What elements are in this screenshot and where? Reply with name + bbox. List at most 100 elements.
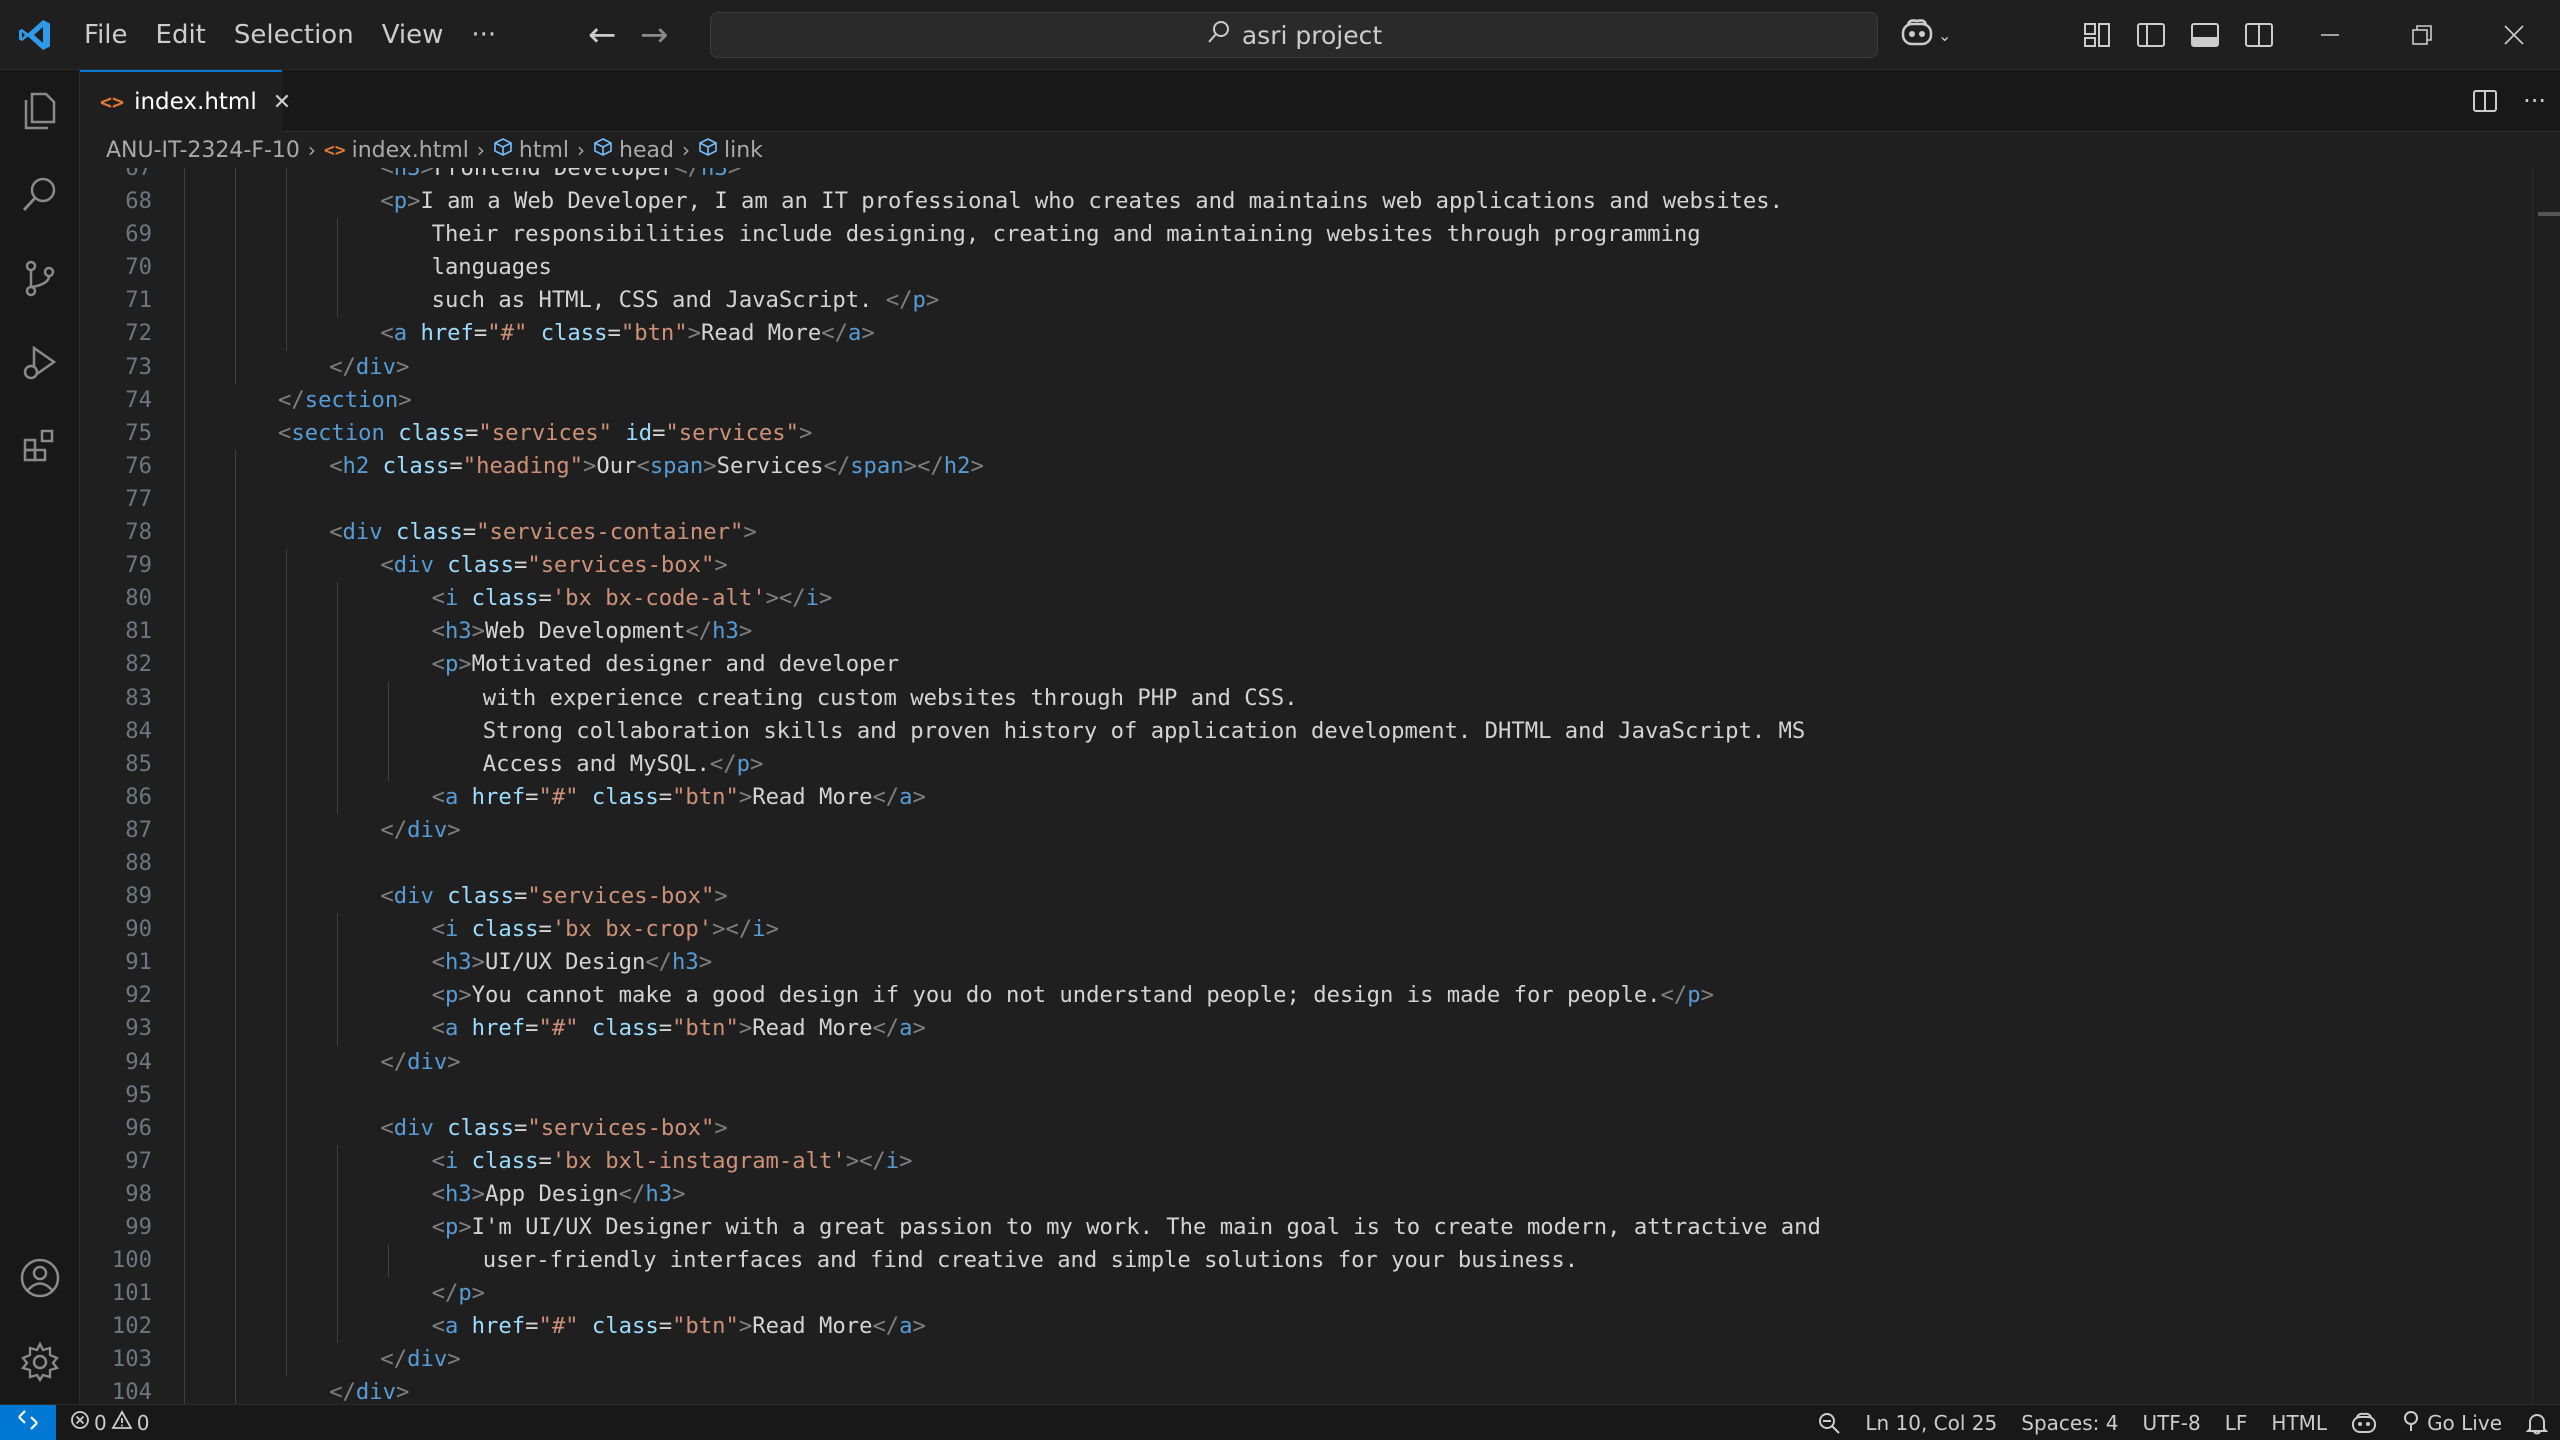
code-token: Access and MySQL.: [482, 750, 710, 777]
source-control-icon[interactable]: [0, 238, 80, 318]
code-line[interactable]: 80 <i class='bx bx-code-alt'></i>: [80, 582, 2520, 616]
code-line[interactable]: 103 </div>: [80, 1343, 2520, 1377]
close-tab-icon[interactable]: ✕: [273, 90, 291, 115]
code-token: >: [471, 618, 486, 645]
minimize-icon[interactable]: [2284, 0, 2376, 70]
code-line[interactable]: 67 <h3>Frontend Developer</h3>: [80, 168, 2520, 186]
split-editor-icon[interactable]: [2472, 70, 2498, 132]
code-line[interactable]: 89 <div class="services-box">: [80, 880, 2520, 914]
indent-guide: [286, 1211, 287, 1245]
breadcrumb-link[interactable]: link: [698, 137, 763, 163]
language-mode[interactable]: HTML: [2259, 1405, 2339, 1440]
code-line[interactable]: 88: [80, 846, 2520, 881]
code-line[interactable]: 101 </p>: [80, 1277, 2520, 1311]
explorer-icon[interactable]: [0, 70, 80, 150]
code-line[interactable]: 97 <i class='bx bxl-instagram-alt'></i>: [80, 1144, 2520, 1178]
code-content: user-friendly interfaces and find creati…: [483, 1244, 1578, 1277]
code-line[interactable]: 95: [80, 1078, 2520, 1112]
menu-selection[interactable]: Selection: [220, 11, 368, 59]
code-line[interactable]: 104 </div>: [80, 1376, 2520, 1404]
code-line[interactable]: 72 <a href="#" class="btn">Read More</a>: [80, 317, 2520, 351]
code-line[interactable]: 93 <a href="#" class="btn">Read More</a>: [80, 1012, 2520, 1046]
code-line[interactable]: 79 <div class="services-box">: [80, 549, 2520, 583]
remote-indicator[interactable]: [0, 1404, 56, 1440]
code-editor[interactable]: 67 <h3>Frontend Developer</h3> 68 <p>I am a…: [80, 168, 2560, 1404]
restore-icon[interactable]: [2376, 0, 2468, 70]
code-line[interactable]: 85 Access and MySQL.</p>: [80, 747, 2520, 781]
code-line[interactable]: 86 <a href="#" class="btn">Read More</a>: [80, 780, 2520, 814]
code-line[interactable]: 91 <h3>UI/UX Design</h3>: [80, 946, 2520, 980]
code-token: div: [342, 519, 383, 546]
end-of-line[interactable]: LF: [2213, 1405, 2260, 1440]
code-line[interactable]: 92 <p>You cannot make a good design if yo…: [80, 979, 2520, 1013]
code-line[interactable]: 98 <h3>App Design</h3>: [80, 1177, 2520, 1211]
customize-layout-icon[interactable]: [2076, 12, 2118, 58]
breadcrumb-head-label: head: [619, 137, 674, 163]
code-line[interactable]: 102 <a href="#" class="btn">Read More</a>: [80, 1310, 2520, 1344]
code-line[interactable]: 99 <p>I'm UI/UX Designer with a great pas…: [80, 1211, 2520, 1245]
toggle-panel-icon[interactable]: [2184, 12, 2226, 58]
indent-guide: [337, 582, 339, 616]
zoom-icon[interactable]: [1805, 1405, 1853, 1440]
code-line[interactable]: 76 <h2 class="heading">Our<span>Services<…: [80, 449, 2520, 483]
menu-file[interactable]: File: [70, 11, 142, 59]
indent-guide: [286, 714, 287, 748]
cursor-position[interactable]: Ln 10, Col 25: [1853, 1405, 2009, 1440]
breadcrumb-file[interactable]: <> index.html: [324, 138, 469, 163]
back-arrow-icon[interactable]: ←: [576, 11, 628, 59]
editor-scrollbar[interactable]: [2532, 168, 2560, 1404]
notifications-bell-icon[interactable]: [2514, 1405, 2560, 1440]
indent-guide: [234, 1310, 236, 1344]
code-line[interactable]: 100 user-friendly interfaces and find cre…: [80, 1244, 2520, 1278]
code-token: =: [473, 320, 488, 347]
extensions-icon[interactable]: [0, 406, 80, 486]
copilot-status-icon[interactable]: [2339, 1405, 2389, 1440]
code-line[interactable]: 84 Strong collaboration skills and proven…: [80, 714, 2520, 748]
code-line[interactable]: 78 <div class="services-container">: [80, 516, 2520, 550]
toggle-primary-sidebar-icon[interactable]: [2130, 12, 2172, 58]
go-live-button[interactable]: Go Live: [2389, 1405, 2514, 1440]
settings-gear-icon[interactable]: [0, 1322, 80, 1402]
run-debug-icon[interactable]: [0, 322, 80, 402]
menu-edit[interactable]: Edit: [142, 11, 220, 59]
code-line[interactable]: 83 with experience creating custom websit…: [80, 681, 2520, 715]
search-view-icon[interactable]: [0, 154, 80, 234]
code-line[interactable]: 77: [80, 482, 2520, 517]
code-line[interactable]: 73 </div>: [80, 350, 2520, 384]
indent-guide: [234, 880, 236, 914]
layout-controls: [2076, 12, 2280, 58]
code-line[interactable]: 70 languages: [80, 251, 2520, 285]
command-center-search[interactable]: asri project: [710, 12, 1878, 58]
toggle-secondary-sidebar-icon[interactable]: [2238, 12, 2280, 58]
tab-index-html[interactable]: <> index.html ✕: [80, 70, 291, 132]
indentation[interactable]: Spaces: 4: [2009, 1405, 2130, 1440]
code-line[interactable]: 90 <i class='bx bx-crop'></i>: [80, 913, 2520, 947]
code-line[interactable]: 82 <p>Motivated designer and developer: [80, 648, 2520, 682]
code-line[interactable]: 94 </div>: [80, 1045, 2520, 1079]
close-window-icon[interactable]: [2468, 0, 2560, 70]
code-token: <: [380, 552, 394, 579]
encoding[interactable]: UTF-8: [2130, 1405, 2212, 1440]
indent-guide: [183, 1244, 185, 1278]
code-line[interactable]: 74 </section>: [80, 383, 2520, 417]
code-line[interactable]: 75 <section class="services" id="services…: [80, 416, 2520, 450]
menu-more[interactable]: ···: [457, 11, 510, 59]
code-line[interactable]: 68 <p>I am a Web Developer, I am an IT pr…: [80, 185, 2520, 219]
problems-indicator[interactable]: 0 0: [56, 1410, 149, 1435]
menu-view[interactable]: View: [368, 11, 458, 59]
code-line[interactable]: 87 </div>: [80, 813, 2520, 847]
code-line[interactable]: 96 <div class="services-box">: [80, 1111, 2520, 1145]
more-actions-icon[interactable]: ···: [2523, 70, 2546, 132]
code-token: <: [431, 618, 445, 645]
breadcrumb-folder[interactable]: ANU-IT-2324-F-10: [106, 138, 300, 163]
forward-arrow-icon[interactable]: →: [628, 11, 680, 59]
code-token: =: [538, 916, 552, 943]
code-line[interactable]: 71 such as HTML, CSS and JavaScript. </p>: [80, 284, 2520, 318]
accounts-icon[interactable]: [0, 1238, 80, 1318]
code-line[interactable]: 69 Their responsibilities include designi…: [80, 218, 2520, 252]
breadcrumb-head[interactable]: head: [593, 137, 674, 163]
copilot-menu-button[interactable]: ⌄: [1900, 12, 1951, 58]
code-line[interactable]: 81 <h3>Web Development</h3>: [80, 615, 2520, 649]
breadcrumb-html[interactable]: html: [493, 137, 569, 163]
